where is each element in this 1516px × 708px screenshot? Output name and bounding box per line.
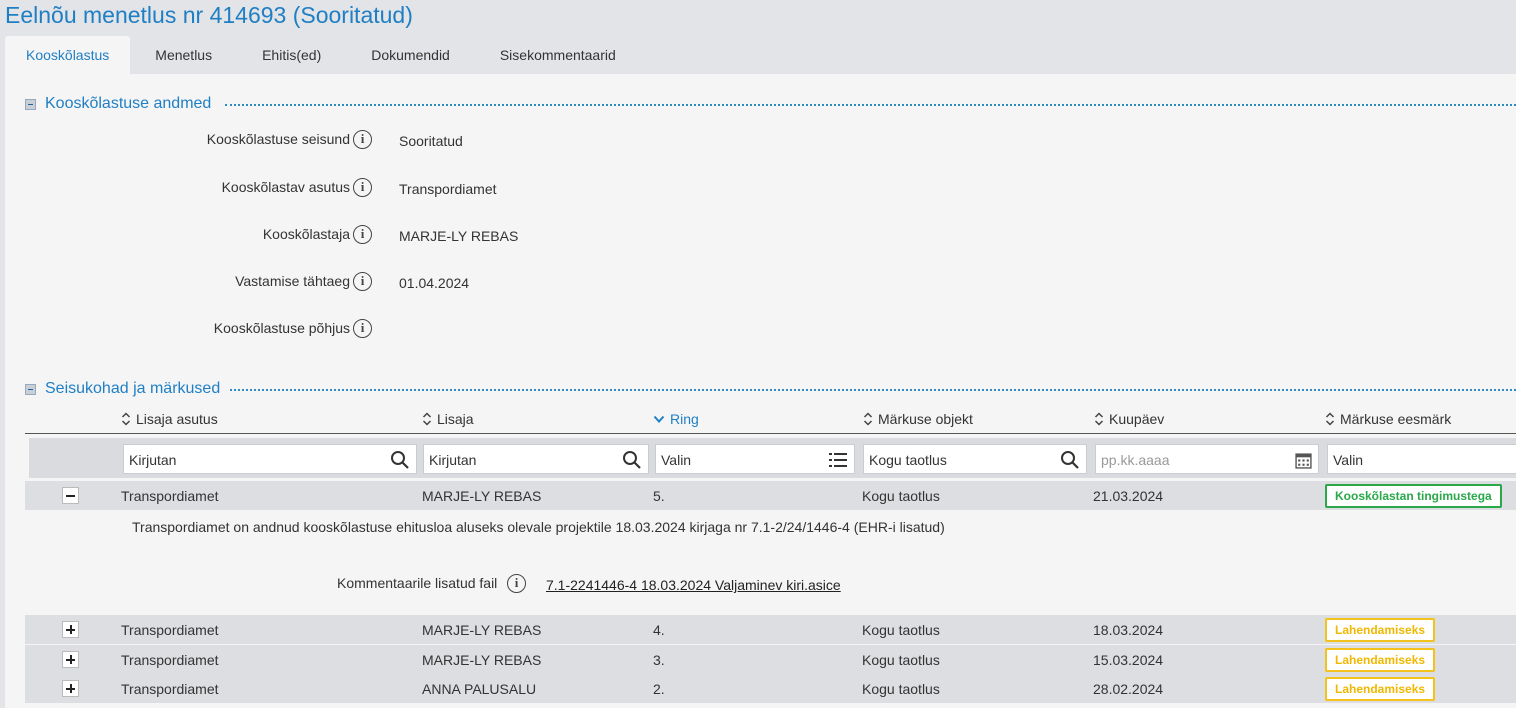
page-title: Eelnõu menetlus nr 414693 (Sooritatud) [5, 2, 413, 28]
table-row[interactable]: Transpordiamet MARJE-LY REBAS 5. Kogu ta… [25, 481, 1516, 510]
status-badge: Lahendamiseks [1325, 677, 1436, 701]
status-badge: Lahendamiseks [1325, 618, 1436, 642]
field-row-tahtaeg: Vastamise tähtaeg i 01.04.2024 [5, 271, 805, 293]
list-icon[interactable] [828, 450, 848, 470]
column-header-markuse-objekt[interactable]: Märkuse objekt [863, 411, 973, 427]
expand-row-button[interactable] [62, 621, 79, 638]
tab-kooskolastus[interactable]: Kooskõlastus [5, 36, 131, 74]
expand-row-button[interactable] [62, 651, 79, 668]
info-icon[interactable]: i [353, 130, 372, 149]
column-header-ring[interactable]: Ring [653, 411, 699, 427]
field-label: Kooskõlastav asutus [221, 179, 350, 195]
sort-icon [1325, 412, 1335, 426]
info-icon[interactable]: i [353, 178, 372, 197]
header-divider [25, 433, 1516, 434]
collapse-row-button[interactable] [62, 487, 79, 504]
field-row-seisund: Kooskõlastuse seisund i Sooritatud [5, 129, 805, 151]
table-row[interactable]: Transpordiamet MARJE-LY REBAS 4. Kogu ta… [25, 615, 1516, 644]
sort-icon [1094, 412, 1104, 426]
comment-text: Transpordiamet on andnud kooskõlastuse e… [132, 519, 945, 535]
field-row-kooskolastaja: Kooskõlastaja i MARJE-LY REBAS [5, 224, 805, 246]
tab-sisekommentaarid[interactable]: Sisekommentaarid [475, 36, 641, 74]
column-header-lisaja[interactable]: Lisaja [422, 411, 474, 427]
filter-ring-select[interactable]: Valin [655, 444, 855, 474]
field-label: Vastamise tähtaeg [235, 273, 350, 289]
section-divider [225, 104, 1516, 106]
table-row[interactable]: Transpordiamet ANNA PALUSALU 2. Kogu tao… [25, 674, 1516, 703]
search-icon[interactable] [622, 450, 642, 470]
field-value: MARJE-LY REBAS [399, 228, 519, 244]
tab-bar: Kooskõlastus Menetlus Ehitis(ed) Dokumen… [5, 36, 641, 74]
info-icon[interactable]: i [353, 319, 372, 338]
filter-bar: Kirjutan Kirjutan Valin Kogu taotlus pp.… [29, 438, 1516, 478]
collapse-section-button[interactable] [25, 383, 36, 395]
section-header-seisukohad: Seisukohad ja märkused [25, 380, 226, 398]
sort-icon [422, 412, 432, 426]
field-value: 01.04.2024 [399, 275, 470, 291]
filter-markuse-objekt-input[interactable]: Kogu taotlus [863, 444, 1087, 474]
calendar-icon[interactable] [1295, 452, 1312, 469]
section-title: Kooskõlastuse andmed [45, 95, 212, 112]
field-label: Kooskõlastaja [262, 226, 350, 242]
search-icon[interactable] [390, 450, 410, 470]
tab-menetlus[interactable]: Menetlus [130, 36, 237, 74]
tab-dokumendid[interactable]: Dokumendid [346, 36, 475, 74]
section-header-kooskolastuse-andmed: Kooskõlastuse andmed [25, 95, 217, 113]
field-label: Kooskõlastuse seisund [206, 131, 350, 147]
tab-ehitised[interactable]: Ehitis(ed) [237, 36, 346, 74]
main-content: Kooskõlastuse andmed Kooskõlastuse seisu… [5, 74, 1516, 708]
filter-lisaja-input[interactable]: Kirjutan [423, 444, 649, 474]
status-badge: Kooskõlastan tingimustega [1325, 484, 1502, 508]
file-label: Kommentaarile lisatud fail [337, 575, 498, 591]
info-icon[interactable]: i [353, 225, 372, 244]
filter-kuupaev-input[interactable]: pp.kk.aaaa [1095, 444, 1319, 474]
table-row[interactable]: Transpordiamet MARJE-LY REBAS 3. Kogu ta… [25, 645, 1516, 674]
field-row-pohjus: Kooskõlastuse põhjus i [5, 318, 805, 340]
chevron-down-icon [653, 415, 665, 423]
info-icon[interactable]: i [353, 272, 372, 291]
attached-file-link[interactable]: 7.1-2241446-4 18.03.2024 Valjaminev kiri… [546, 577, 841, 593]
field-label: Kooskõlastuse põhjus [213, 320, 350, 336]
field-value: Transpordiamet [399, 181, 497, 197]
column-header-lisaja-asutus[interactable]: Lisaja asutus [121, 411, 218, 427]
sort-icon [863, 412, 873, 426]
status-badge: Lahendamiseks [1325, 648, 1436, 672]
sort-icon [121, 412, 131, 426]
field-row-asutus: Kooskõlastav asutus i Transpordiamet [5, 177, 805, 199]
field-value: Sooritatud [399, 133, 463, 149]
column-header-markuse-eesmark[interactable]: Märkuse eesmärk [1325, 411, 1451, 427]
search-icon[interactable] [1060, 450, 1080, 470]
section-divider [230, 389, 1516, 391]
column-header-kuupaev[interactable]: Kuupäev [1094, 411, 1164, 427]
info-icon[interactable]: i [507, 574, 526, 593]
filter-lisaja-asutus-input[interactable]: Kirjutan [123, 444, 417, 474]
collapse-section-button[interactable] [25, 98, 36, 110]
filter-markuse-eesmark-select[interactable]: Valin [1327, 444, 1516, 474]
expand-row-button[interactable] [62, 680, 79, 697]
section-title: Seisukohad ja märkused [45, 380, 221, 397]
